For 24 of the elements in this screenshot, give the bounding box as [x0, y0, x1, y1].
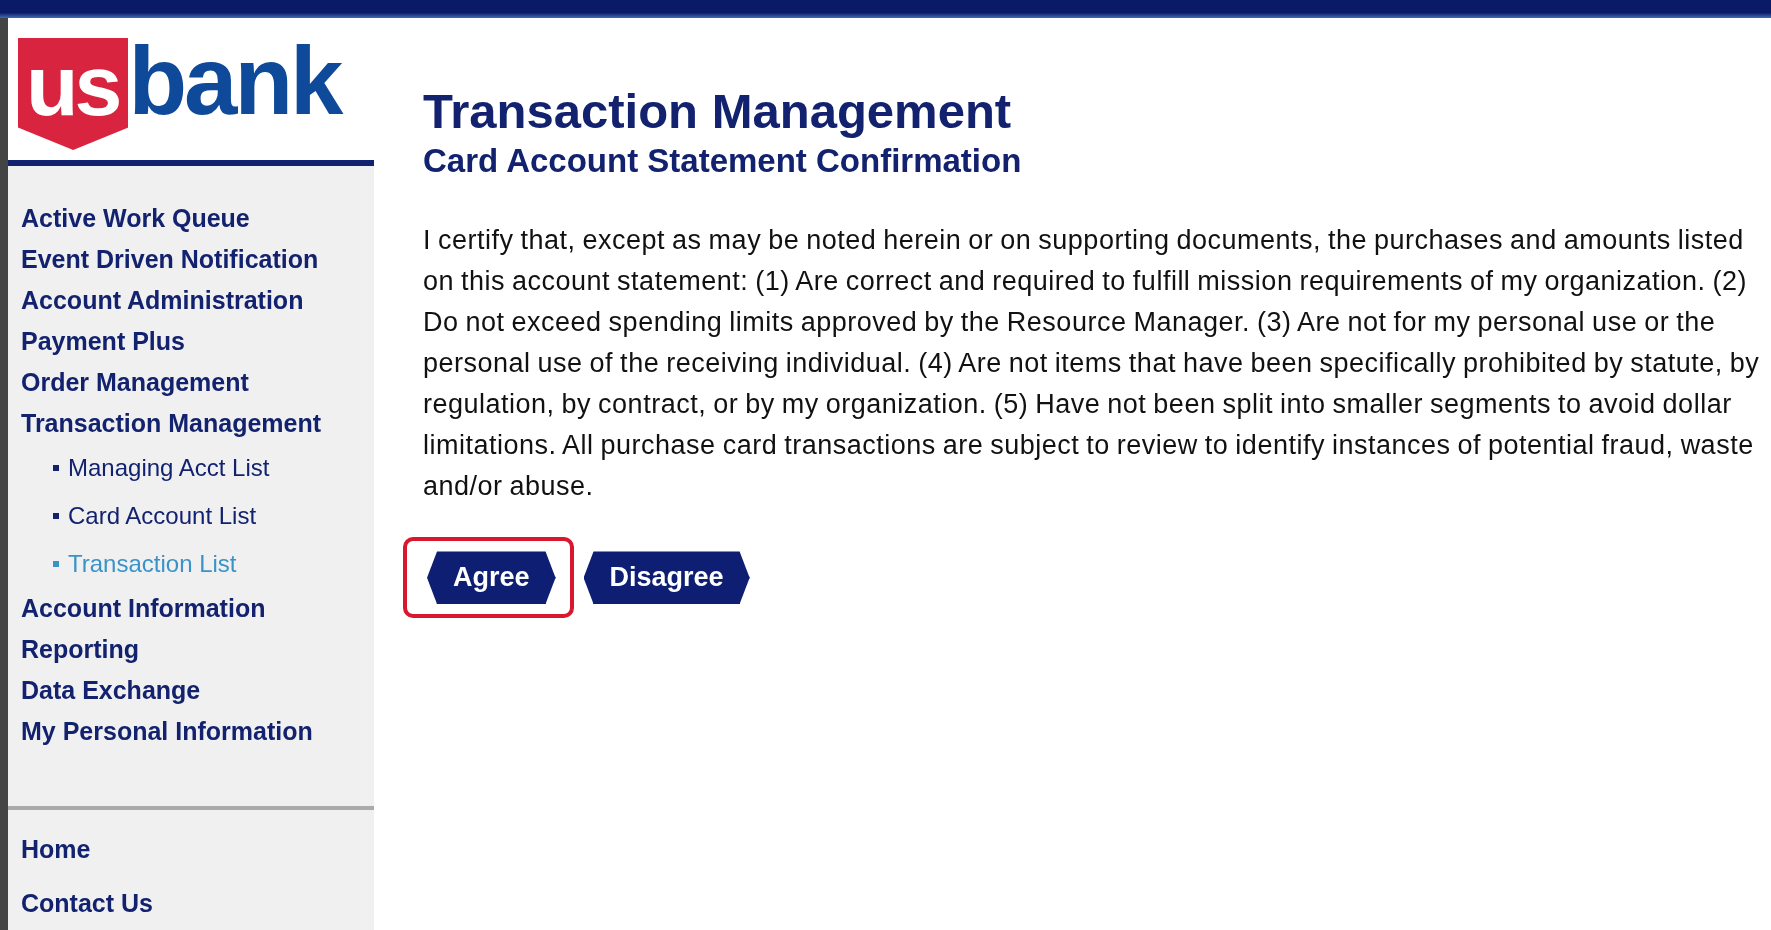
certification-text: I certify that, except as may be noted herein or on supporting documents, the purchases and amounts listed on this account statement: (1) Are correct and required to fulfill mission requirements of my organization. (2) Do not exceed spending limits approved by the Resource Manager. (3) Are not for my personal use or the personal use of the receiving individual. (4) Are not items that have been specifically prohibited by statute, by regulation, by contract, or by my organization. (5) Have not been split into smaller segments to avoid dollar limitations. All purchase card transactions are subject to review to identify instances of potential fraud, waste and/or abuse.: [423, 224, 1761, 504]
sidebar-link[interactable]: Contact Us: [8, 876, 374, 930]
sidebar-link[interactable]: Payment Plus: [8, 321, 374, 362]
sidebar-link[interactable]: Event Driven Notification: [8, 239, 374, 280]
sidebar-link[interactable]: Order Management: [8, 362, 374, 403]
sidebar-link[interactable]: Data Exchange: [8, 670, 374, 711]
page-subtitle: Card Account Statement Confirmation: [423, 140, 1023, 181]
sidebar-link[interactable]: Home: [8, 822, 374, 876]
sidebar-sublink[interactable]: Card Account List: [8, 492, 374, 540]
sidebar-link[interactable]: Account Administration: [8, 280, 374, 321]
logo-shield: us: [18, 38, 129, 150]
action-button[interactable]: Disagree: [583, 551, 750, 604]
bullet-icon: [53, 561, 59, 567]
sidebar-link[interactable]: Reporting: [8, 629, 374, 670]
page-title: Transaction Management: [423, 83, 1013, 140]
sidebar-link[interactable]: My Personal Information: [8, 711, 374, 752]
sidebar-sublink[interactable]: Managing Acct List: [8, 444, 374, 492]
sidebar-link[interactable]: Account Information: [8, 588, 374, 629]
bullet-icon: [53, 465, 59, 471]
action-button[interactable]: Agree: [427, 551, 556, 604]
sidebar-link[interactable]: Transaction Management: [8, 403, 374, 444]
logo-wordmark: bank: [128, 33, 341, 129]
bullet-icon: [53, 513, 59, 519]
sidebar-link[interactable]: Active Work Queue: [8, 198, 374, 239]
